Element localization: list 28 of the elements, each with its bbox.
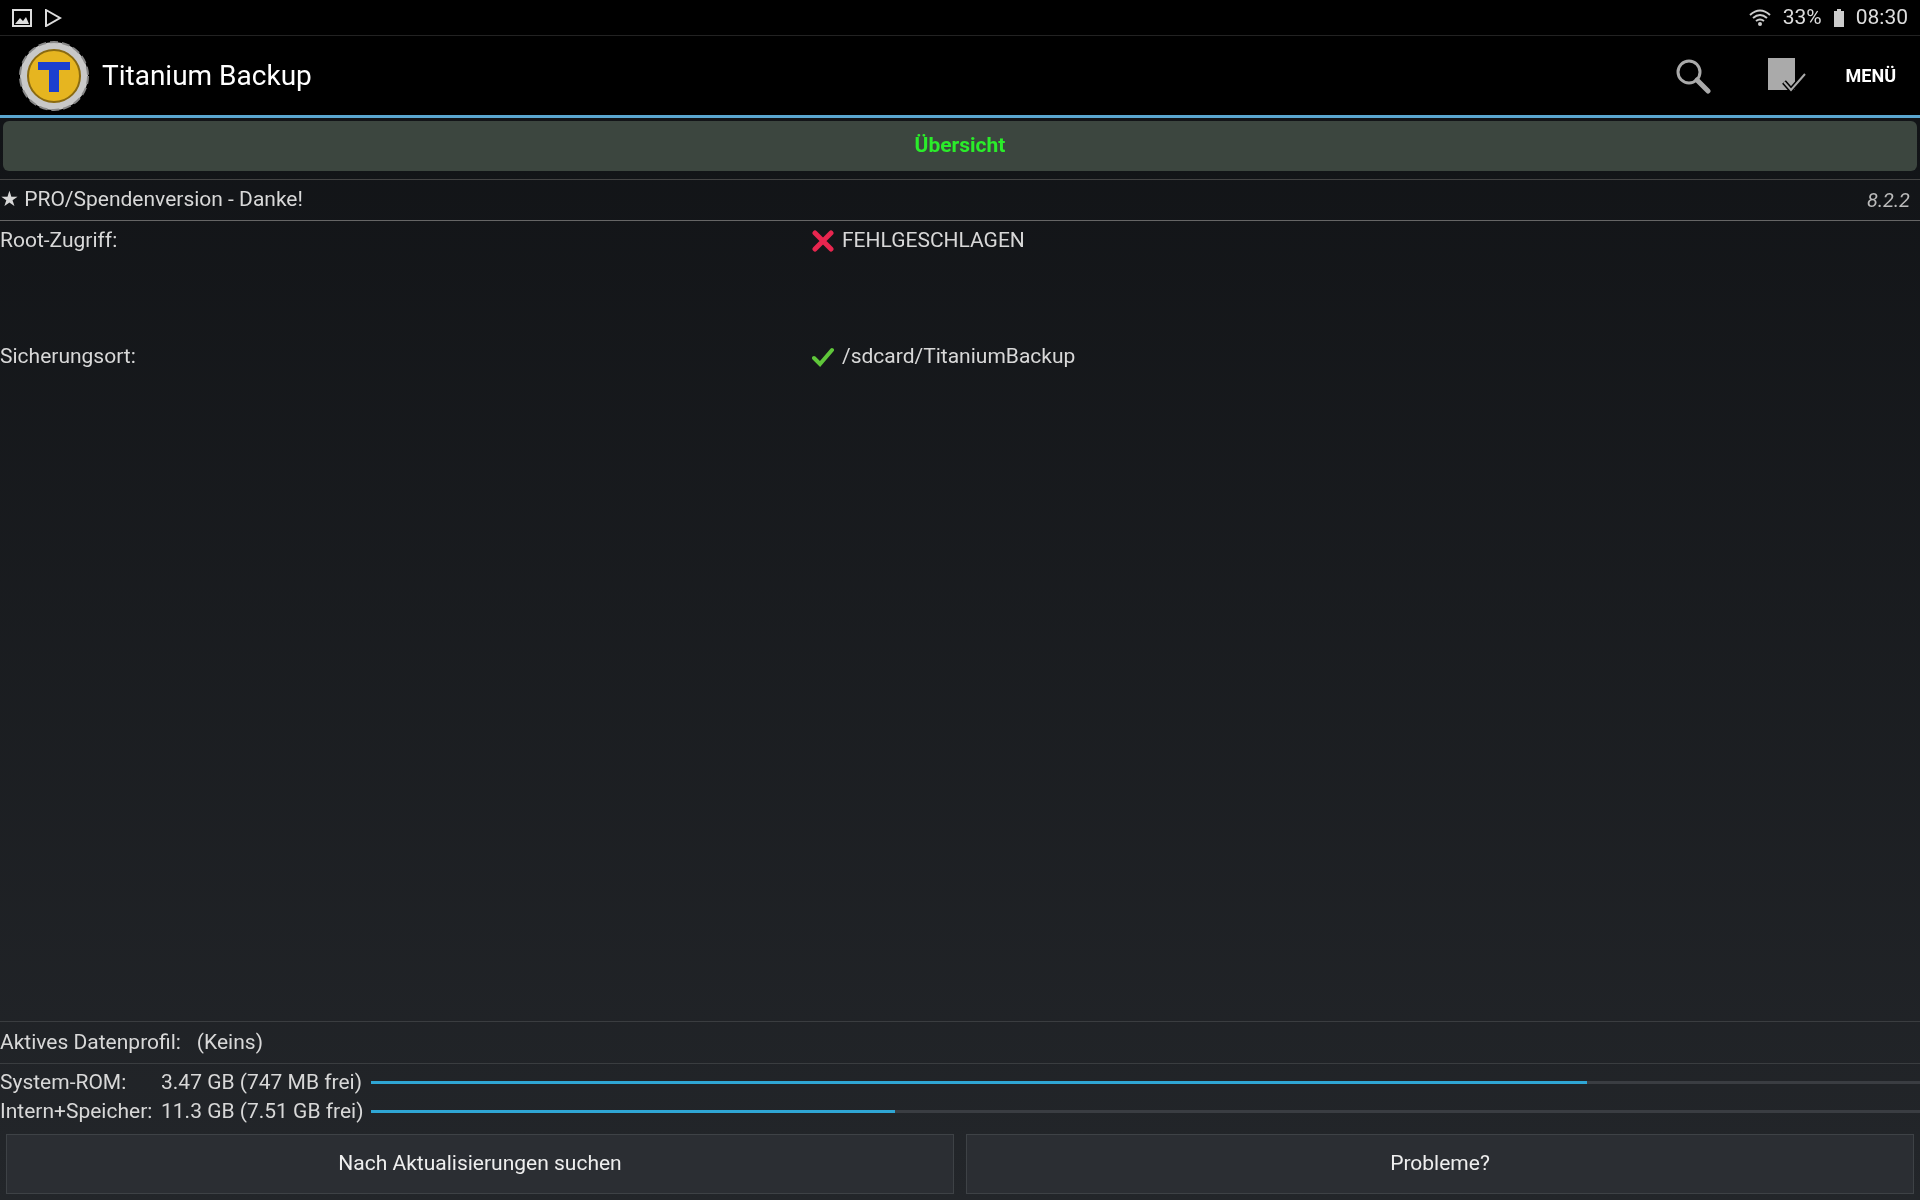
storage-label: System-ROM:: [0, 1068, 128, 1096]
checkmark-icon: [812, 345, 834, 368]
image-icon: [12, 8, 32, 27]
action-button[interactable]: Nach Aktualisierungen suchen: [6, 1134, 954, 1194]
info-value: /sdcard/TitaniumBackup: [842, 343, 1076, 370]
clock: 08:30: [1855, 3, 1908, 31]
storage-value: 11.3 GB (7.51 GB frei): [161, 1097, 365, 1125]
app-title: Titanium Backup: [102, 57, 312, 94]
play-store-icon: [44, 8, 62, 27]
profile-value: (Keins): [196, 1028, 263, 1056]
overview-tab[interactable]: Übersicht: [3, 121, 1917, 171]
checked-document-icon: [1767, 57, 1806, 94]
version-number: 8.2.2: [1867, 187, 1910, 214]
action-button[interactable]: Probleme?: [966, 1134, 1914, 1194]
battery-icon: [1833, 8, 1844, 27]
cross-icon: [812, 229, 834, 252]
storage-value: 3.47 GB (747 MB frei): [161, 1068, 363, 1096]
info-label: Sicherungsort:: [0, 343, 137, 370]
menu-button[interactable]: MENÜ: [1845, 62, 1896, 89]
search-icon: [1674, 57, 1711, 94]
info-label: Root-Zugriff:: [0, 227, 119, 254]
profile-label: Aktives Datenprofil:: [0, 1028, 181, 1056]
app-logo-icon: [18, 39, 90, 112]
pro-version-label: ★ PRO/Spendenversion - Danke!: [0, 186, 303, 214]
battery-percent: 33%: [1782, 3, 1822, 31]
info-value: FEHLGESCHLAGEN: [842, 227, 1025, 254]
storage-label: Intern+Speicher:: [0, 1097, 154, 1125]
wifi-icon: [1748, 8, 1771, 27]
